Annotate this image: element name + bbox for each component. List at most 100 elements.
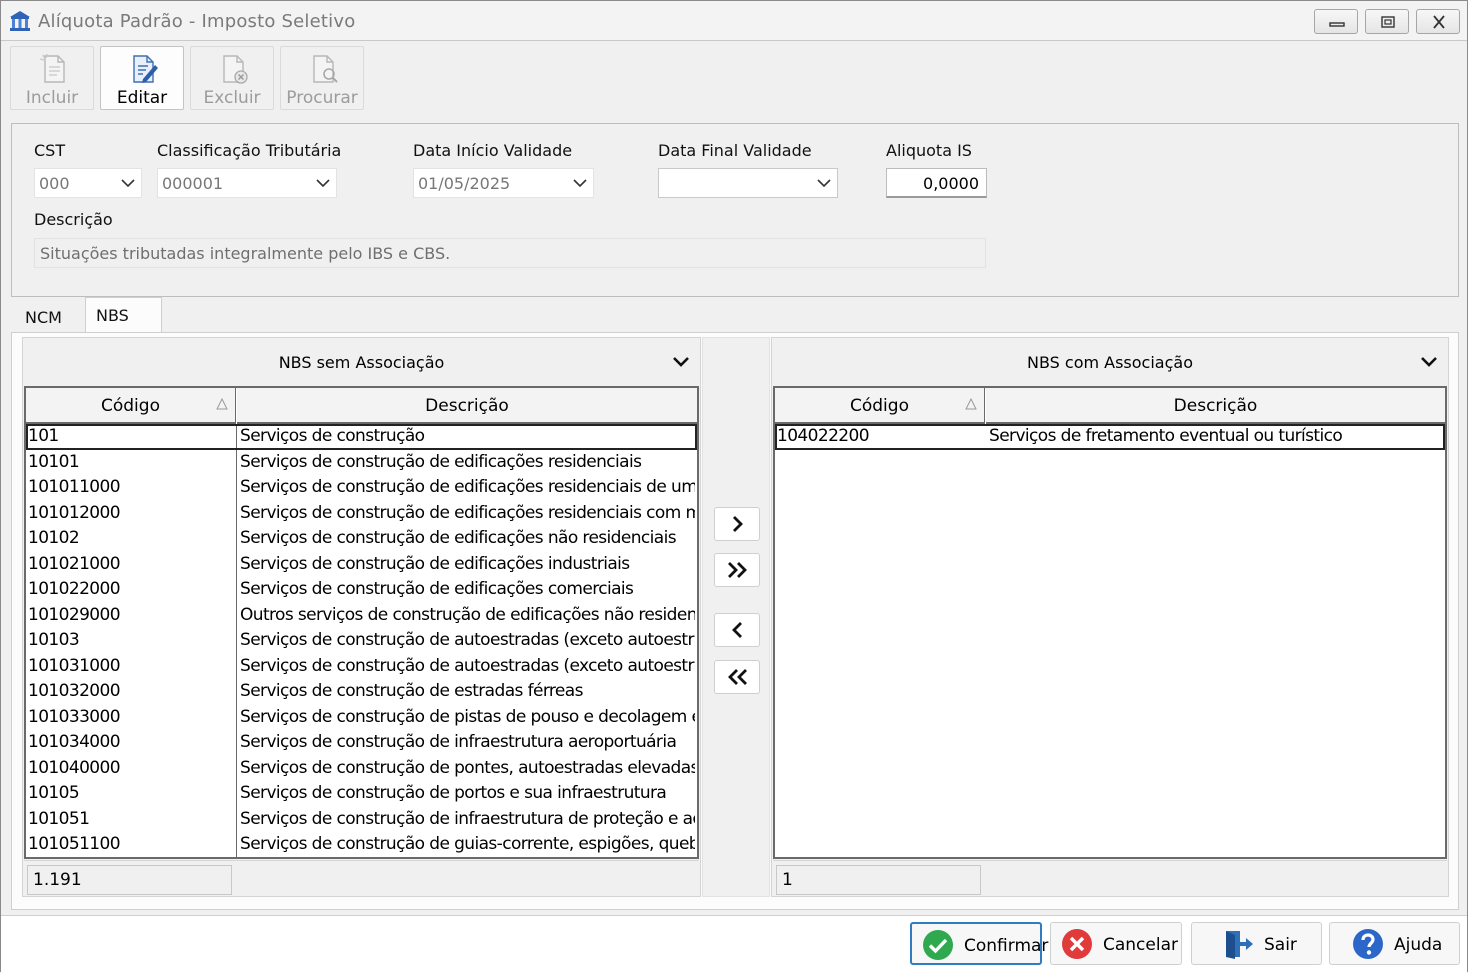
- close-button[interactable]: [1416, 9, 1460, 34]
- table-row[interactable]: 104022200 Serviços de fretamento eventual…: [775, 424, 1445, 450]
- left-col-codigo-label: Código: [101, 396, 160, 416]
- cancel-circle-icon: [1062, 929, 1092, 959]
- row-descricao: Serviços de construção de edificações co…: [240, 579, 634, 599]
- row-codigo: 101: [28, 426, 59, 446]
- left-col-codigo[interactable]: Código: [26, 388, 236, 424]
- sort-ascending-icon: [965, 398, 977, 410]
- tab-ncm[interactable]: NCM: [15, 301, 72, 332]
- table-row[interactable]: 101 Serviços de construção: [26, 424, 697, 450]
- row-descricao: Outros serviços de construção de edifica…: [240, 604, 695, 625]
- minimize-button[interactable]: [1314, 9, 1358, 34]
- row-descricao: Serviços de construção de edificações re…: [240, 451, 642, 472]
- move-all-left-button[interactable]: [714, 660, 760, 694]
- title-bar[interactable]: Alíquota Padrão - Imposto Seletivo: [1, 1, 1467, 41]
- cst-combo[interactable]: 000: [34, 168, 142, 198]
- row-codigo: 101051100: [28, 834, 121, 854]
- right-grid[interactable]: Código Descrição 104022200 Serviços de fr…: [773, 386, 1447, 859]
- left-col-descricao-label: Descrição: [425, 396, 509, 416]
- table-row[interactable]: 101021000 Serviços de construção de edifi…: [26, 552, 697, 578]
- move-buttons-column: [702, 337, 770, 897]
- table-row[interactable]: 101011000 Serviços de construção de edifi…: [26, 475, 697, 501]
- table-row[interactable]: 10101 Serviços de construção de edificaçõ…: [26, 450, 697, 476]
- excluir-button[interactable]: Excluir: [190, 46, 274, 110]
- table-row[interactable]: 10102 Serviços de construção de edificaçõ…: [26, 526, 697, 552]
- table-row[interactable]: 101051100 Serviços de construção de guias…: [26, 832, 697, 858]
- row-codigo: 10102: [28, 528, 80, 548]
- table-row[interactable]: 101022000 Serviços de construção de edifi…: [26, 577, 697, 603]
- data-final-picker[interactable]: [658, 168, 838, 198]
- chevron-down-icon[interactable]: [1420, 356, 1438, 368]
- right-grid-footer: 1: [773, 860, 1447, 896]
- data-inicio-picker[interactable]: 01/05/2025: [413, 168, 594, 198]
- table-row[interactable]: 101040000 Serviços de construção de ponte…: [26, 756, 697, 782]
- check-circle-icon: [923, 930, 953, 960]
- row-descricao: Serviços de construção de autoestradas (…: [240, 655, 695, 676]
- row-descricao: Serviços de construção de portos e sua i…: [240, 783, 667, 803]
- left-grid-count: 1.191: [27, 865, 232, 895]
- window-title: Alíquota Padrão - Imposto Seletivo: [38, 11, 356, 32]
- row-codigo: 10101: [28, 451, 80, 472]
- help-circle-icon: [1353, 929, 1383, 959]
- sair-button[interactable]: Sair: [1191, 922, 1322, 965]
- row-descricao: Serviços de construção de guias-corrente…: [240, 834, 695, 854]
- incluir-label: Incluir: [25, 88, 79, 108]
- bottom-bar: Confirmar Cancelar Sair Ajuda: [1, 915, 1467, 973]
- left-grid-title[interactable]: NBS sem Associação: [23, 338, 700, 386]
- data-inicio-label: Data Início Validade: [413, 141, 573, 160]
- left-grid[interactable]: Código Descrição 101 Serviços de construç…: [24, 386, 699, 859]
- main-window: Alíquota Padrão - Imposto Seletivo Inclu…: [0, 0, 1468, 973]
- classificacao-label: Classificação Tributária: [157, 141, 342, 160]
- aliquota-input[interactable]: 0,0000: [886, 168, 987, 198]
- cancelar-button[interactable]: Cancelar: [1050, 922, 1182, 965]
- classificacao-value: 000001: [162, 174, 224, 193]
- right-grid-title[interactable]: NBS com Associação: [772, 338, 1448, 386]
- table-row[interactable]: 101012000 Serviços de construção de edifi…: [26, 501, 697, 527]
- confirmar-button[interactable]: Confirmar: [910, 922, 1048, 965]
- move-all-right-button[interactable]: [714, 553, 760, 587]
- move-one-left-button[interactable]: [714, 613, 760, 647]
- double-chevron-left-icon: [728, 669, 747, 685]
- row-descricao: Serviços de construção de infraestrutura…: [240, 808, 695, 829]
- edit-document-icon: [133, 55, 158, 83]
- table-row[interactable]: 101029000 Outros serviços de construção d…: [26, 603, 697, 629]
- table-row[interactable]: 101033000 Serviços de construção de pista…: [26, 705, 697, 731]
- chevron-right-icon: [733, 516, 743, 532]
- double-chevron-right-icon: [728, 562, 747, 578]
- right-col-codigo-label: Código: [850, 396, 909, 416]
- tab-nbs[interactable]: NBS: [85, 297, 162, 333]
- table-row[interactable]: 101034000 Serviços de construção de infra…: [26, 730, 697, 756]
- right-col-descricao[interactable]: Descrição: [986, 388, 1445, 424]
- move-one-right-button[interactable]: [714, 507, 760, 541]
- right-grid-count: 1: [776, 865, 981, 895]
- editar-button[interactable]: Editar: [100, 46, 184, 110]
- cst-label: CST: [34, 141, 66, 160]
- maximize-button[interactable]: [1365, 9, 1409, 34]
- row-descricao: Serviços de construção de edificações in…: [240, 553, 630, 574]
- row-descricao: Serviços de construção de infraestrutura…: [240, 732, 677, 752]
- procurar-button[interactable]: Procurar: [280, 46, 364, 110]
- row-codigo: 101011000: [28, 477, 121, 497]
- chevron-left-icon: [732, 622, 742, 638]
- excluir-label: Excluir: [203, 88, 261, 108]
- sort-ascending-icon: [216, 398, 228, 410]
- table-row[interactable]: 101031000 Serviços de construção de autoe…: [26, 654, 697, 680]
- ajuda-button[interactable]: Ajuda: [1329, 922, 1460, 965]
- right-col-codigo[interactable]: Código: [775, 388, 985, 424]
- exit-door-icon: [1226, 931, 1253, 959]
- table-row[interactable]: 101032000 Serviços de construção de estra…: [26, 679, 697, 705]
- chevron-down-icon[interactable]: [672, 356, 690, 368]
- editar-label: Editar: [116, 88, 168, 108]
- table-row[interactable]: 101051 Serviços de construção de infraest…: [26, 807, 697, 833]
- row-codigo: 101051: [28, 808, 90, 829]
- left-col-descricao[interactable]: Descrição: [237, 388, 697, 424]
- row-codigo: 101033000: [28, 706, 121, 727]
- table-row[interactable]: 10103 Serviços de construção de autoestra…: [26, 628, 697, 654]
- tab-strip: NCM NBS: [11, 297, 1459, 333]
- left-grid-footer: 1.191: [24, 860, 699, 896]
- incluir-button[interactable]: Incluir: [10, 46, 94, 110]
- table-row[interactable]: 10105 Serviços de construção de portos e …: [26, 781, 697, 807]
- cst-value: 000: [39, 174, 70, 193]
- row-codigo: 101012000: [28, 502, 121, 523]
- row-descricao: Serviços de fretamento eventual ou turís…: [989, 426, 1343, 446]
- classificacao-combo[interactable]: 000001: [157, 168, 337, 198]
